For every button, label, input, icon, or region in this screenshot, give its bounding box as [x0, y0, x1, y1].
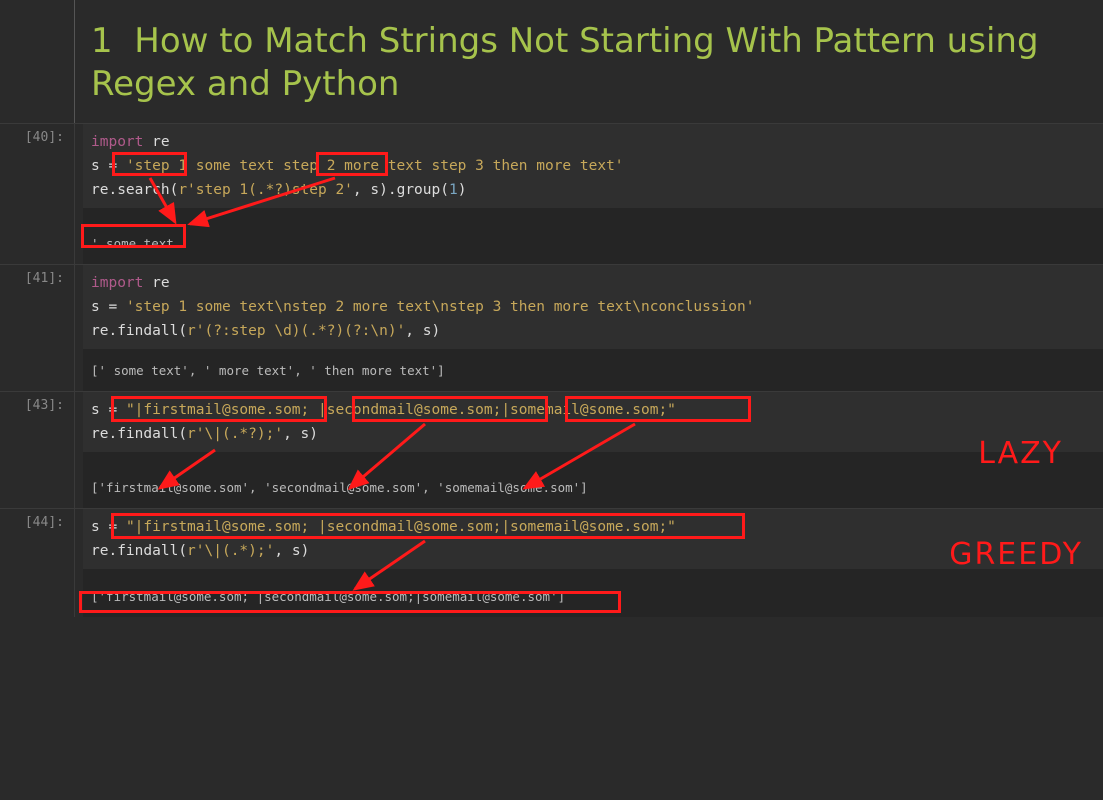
- page-title: 1 How to Match Strings Not Starting With…: [83, 0, 1103, 123]
- label-lazy: LAZY: [978, 430, 1063, 478]
- heading-text: How to Match Strings Not Starting With P…: [91, 21, 1039, 104]
- output-43: ['firstmail@some.som', 'secondmail@some.…: [83, 452, 1103, 508]
- output-40: ' some text ': [83, 208, 1103, 264]
- label-greedy: GREEDY: [949, 531, 1083, 579]
- code-40[interactable]: import re s = 'step 1 some text step 2 m…: [83, 124, 1103, 208]
- code-cell-40[interactable]: [40]: import re s = 'step 1 some text st…: [0, 124, 1103, 265]
- code-43[interactable]: s = "|firstmail@some.som; |secondmail@so…: [83, 392, 1103, 452]
- code-cell-44[interactable]: [44]: s = "|firstmail@some.som; |secondm…: [0, 509, 1103, 617]
- heading-content: 1 How to Match Strings Not Starting With…: [75, 0, 1103, 123]
- code-41[interactable]: import re s = 'step 1 some text\nstep 2 …: [83, 265, 1103, 349]
- code-cell-43[interactable]: [43]: s = "|firstmail@some.som; |secondm…: [0, 392, 1103, 509]
- prompt-44: [44]:: [0, 509, 75, 617]
- heading-gutter: [0, 0, 75, 123]
- prompt-40: [40]:: [0, 124, 75, 264]
- output-41: [' some text', ' more text', ' then more…: [83, 349, 1103, 391]
- heading-row: 1 How to Match Strings Not Starting With…: [0, 0, 1103, 124]
- cell-44-content: s = "|firstmail@some.som; |secondmail@so…: [75, 509, 1103, 617]
- heading-number: 1: [91, 21, 113, 61]
- cell-43-content: s = "|firstmail@some.som; |secondmail@so…: [75, 392, 1103, 508]
- cell-41-content: import re s = 'step 1 some text\nstep 2 …: [75, 265, 1103, 391]
- prompt-43: [43]:: [0, 392, 75, 508]
- cell-40-content: import re s = 'step 1 some text step 2 m…: [75, 124, 1103, 264]
- prompt-41: [41]:: [0, 265, 75, 391]
- code-cell-41[interactable]: [41]: import re s = 'step 1 some text\ns…: [0, 265, 1103, 392]
